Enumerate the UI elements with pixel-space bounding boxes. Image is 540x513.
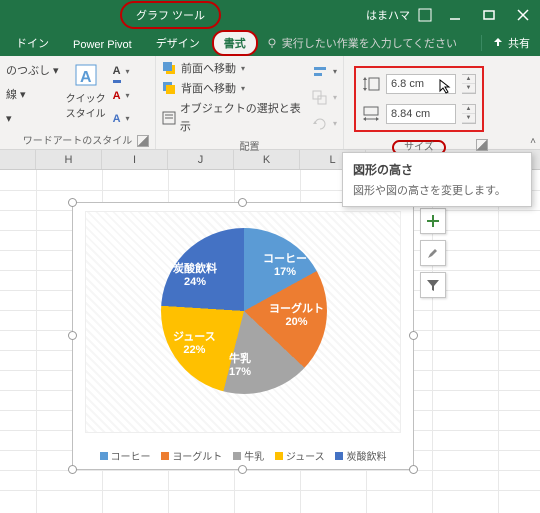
shape-effects-button[interactable]: ▾ [6, 110, 59, 128]
width-icon [362, 106, 380, 122]
user-frame-icon [418, 8, 432, 22]
ribbon-group-wordart-styles: のつぶし ▾ 線 ▾ ▾ A クイック スタイル A▾ A▾ A▾ ワードアート… [0, 56, 156, 149]
chart-object[interactable]: コーヒー17% ヨーグルト20% 牛乳17% ジュース22% 炭酸飲料24% コ… [72, 202, 414, 470]
minimize-button[interactable] [438, 0, 472, 30]
column-header[interactable]: H [36, 150, 102, 169]
cursor-icon [439, 79, 453, 95]
share-icon [492, 37, 504, 49]
tooltip-shape-height: 図形の高さ 図形や図の高さを変更します。 [342, 152, 532, 207]
tooltip-title: 図形の高さ [353, 161, 521, 178]
chart-elements-button[interactable] [420, 208, 446, 234]
height-icon [362, 76, 380, 92]
data-label[interactable]: 炭酸飲料24% [173, 263, 217, 289]
rotate-button[interactable]: ▾ [312, 115, 337, 133]
lightbulb-icon [266, 37, 278, 49]
chart-styles-button[interactable] [420, 240, 446, 266]
align-icon [312, 64, 328, 80]
shape-fill-button[interactable]: のつぶし ▾ [6, 62, 59, 80]
data-label[interactable]: コーヒー17% [263, 253, 307, 279]
ribbon-group-label: 配置 [162, 136, 337, 153]
dialog-launcher[interactable] [137, 135, 149, 147]
bring-forward-button[interactable]: 前面へ移動▾ [162, 60, 302, 78]
selection-pane-icon [162, 110, 177, 126]
title-bar: グラフ ツール はまハマ [0, 0, 540, 30]
ribbon-group-label: サイズ [350, 134, 488, 153]
share-button[interactable]: 共有 [471, 30, 540, 56]
shape-width-input[interactable]: 8.84 cm [386, 104, 456, 124]
height-spinner[interactable]: ▲▼ [462, 74, 476, 94]
collapse-ribbon-button[interactable]: ˄ [530, 136, 536, 147]
tab-powerpivot[interactable]: Power Pivot [61, 34, 144, 56]
tab-format[interactable]: 書式 [212, 30, 258, 56]
tell-me-search[interactable]: 実行したい作業を入力してください [258, 30, 465, 56]
tab-design[interactable]: デザイン [144, 30, 212, 56]
width-spinner[interactable]: ▲▼ [462, 104, 476, 124]
text-effects-button[interactable]: A▾ [113, 110, 130, 128]
ribbon-group-arrange: 前面へ移動▾ 背面へ移動▾ オブジェクトの選択と表示 ▾ ▾ ▾ 配置 [156, 56, 344, 149]
chart-tools-contextual-tab: グラフ ツール [120, 1, 221, 29]
tab-addins[interactable]: ドイン [4, 30, 61, 56]
bring-forward-icon [162, 61, 178, 77]
dialog-launcher[interactable] [476, 139, 488, 151]
spin-up-icon: ▲ [462, 105, 475, 114]
text-fill-button[interactable]: A▾ [113, 62, 130, 83]
data-label[interactable]: ジュース22% [173, 331, 216, 357]
spin-up-icon: ▲ [462, 75, 475, 84]
ribbon-tabs: ドイン Power Pivot デザイン 書式 実行したい作業を入力してください… [0, 30, 540, 56]
spin-down-icon: ▼ [462, 84, 475, 93]
chart-side-buttons [420, 208, 446, 298]
maximize-button[interactable] [472, 0, 506, 30]
funnel-icon [426, 278, 440, 292]
svg-text:A: A [80, 69, 92, 86]
send-backward-button[interactable]: 背面へ移動▾ [162, 80, 302, 98]
spin-down-icon: ▼ [462, 114, 475, 123]
column-header[interactable]: I [102, 150, 168, 169]
data-label[interactable]: ヨーグルト20% [269, 303, 324, 329]
quick-styles-button[interactable]: A クイック スタイル [65, 60, 107, 130]
close-button[interactable] [506, 0, 540, 30]
shape-height-input[interactable]: 6.8 cm [386, 74, 456, 94]
plus-icon [426, 214, 440, 228]
send-backward-icon [162, 81, 178, 97]
shape-outline-button[interactable]: 線 ▾ [6, 86, 59, 104]
selection-pane-button[interactable]: オブジェクトの選択と表示 [162, 100, 302, 136]
group-icon [312, 90, 328, 106]
text-outline-button[interactable]: A▾ [113, 87, 130, 105]
size-inputs-highlighted: 6.8 cm ▲▼ 8.84 cm ▲▼ [354, 66, 484, 132]
ribbon-group-label: ワードアートのスタイル [6, 130, 149, 147]
brush-icon [426, 246, 440, 260]
chart-legend[interactable]: コーヒー ヨーグルト 牛乳 ジュース 炭酸飲料 [73, 448, 413, 463]
rotate-icon [312, 116, 328, 132]
tooltip-body: 図形や図の高さを変更します。 [353, 182, 521, 198]
ribbon: のつぶし ▾ 線 ▾ ▾ A クイック スタイル A▾ A▾ A▾ ワードアート… [0, 56, 540, 150]
group-button[interactable]: ▾ [312, 89, 337, 107]
data-label[interactable]: 牛乳17% [229, 353, 251, 379]
user-name[interactable]: はまハマ [366, 7, 432, 23]
worksheet-area[interactable]: コーヒー17% ヨーグルト20% 牛乳17% ジュース22% 炭酸飲料24% コ… [0, 170, 540, 513]
align-button[interactable]: ▾ [312, 63, 337, 81]
quick-styles-icon: A [73, 62, 99, 88]
chart-filters-button[interactable] [420, 272, 446, 298]
ribbon-group-size: 6.8 cm ▲▼ 8.84 cm ▲▼ サイズ [344, 56, 494, 149]
